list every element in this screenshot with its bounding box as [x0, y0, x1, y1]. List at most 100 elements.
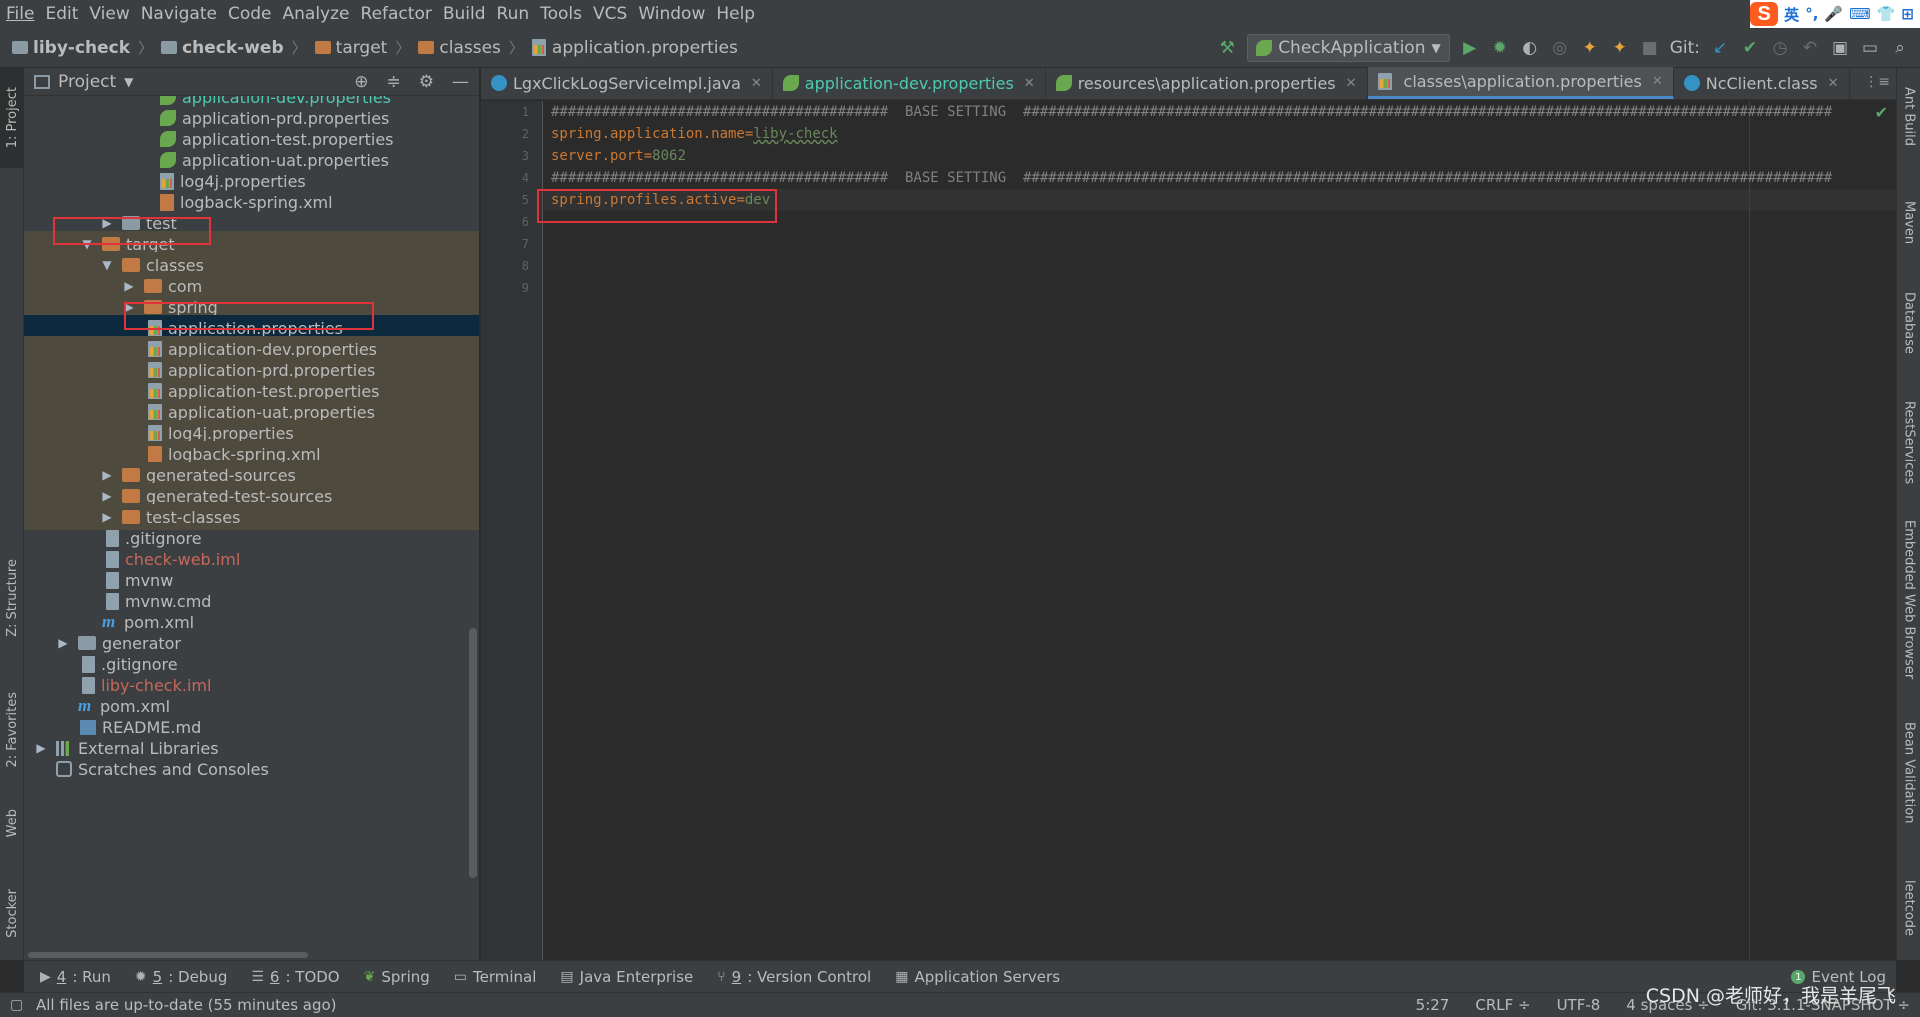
- chevron-right-icon[interactable]: ▶: [122, 279, 136, 293]
- tab-rest-services[interactable]: RestServices: [1897, 388, 1920, 498]
- run-icon[interactable]: ▶: [1460, 38, 1480, 58]
- ime-menu-icon[interactable]: ⊞: [1901, 5, 1914, 23]
- ime-mic-icon[interactable]: 🎤: [1824, 5, 1843, 23]
- menu-view[interactable]: View: [89, 4, 129, 24]
- rebel-run-icon[interactable]: ✦: [1580, 38, 1600, 58]
- todo-list-icon: ☰: [251, 968, 264, 985]
- menu-help[interactable]: Help: [716, 4, 755, 24]
- tool-todo[interactable]: ☰ 6: TODO: [251, 968, 339, 986]
- chevron-down-icon[interactable]: ▼: [100, 258, 114, 272]
- tab-ncclient-class[interactable]: NcClient.class ✕: [1674, 67, 1850, 99]
- breadcrumb-item[interactable]: classes: [418, 38, 501, 58]
- menu-refactor[interactable]: Refactor: [361, 4, 432, 24]
- tab-maven[interactable]: Maven: [1897, 188, 1920, 258]
- tab-leetcode[interactable]: leetcode: [1897, 868, 1920, 948]
- debug-bug-icon[interactable]: ✹: [1490, 38, 1510, 58]
- chevron-down-icon[interactable]: ▼: [124, 75, 133, 89]
- close-icon[interactable]: ✕: [1828, 76, 1839, 91]
- menu-file[interactable]: File: [6, 4, 34, 24]
- coverage-icon[interactable]: ◐: [1520, 38, 1540, 58]
- git-rollback-icon[interactable]: ↶: [1800, 38, 1820, 58]
- iml-file-icon: [82, 676, 95, 694]
- vertical-scrollbar[interactable]: [469, 628, 477, 878]
- close-icon[interactable]: ✕: [751, 76, 762, 91]
- breadcrumb-item[interactable]: target: [314, 38, 387, 58]
- horizontal-scrollbar[interactable]: [24, 950, 479, 960]
- spring-boot-icon: [1256, 40, 1273, 56]
- chevron-right-icon[interactable]: ▶: [100, 489, 114, 503]
- close-icon[interactable]: ✕: [1024, 76, 1035, 91]
- close-icon[interactable]: ✕: [1346, 76, 1357, 91]
- breadcrumb-item[interactable]: liby-check: [12, 38, 130, 58]
- sogou-logo-icon[interactable]: S: [1750, 2, 1779, 26]
- gear-icon[interactable]: ⚙: [419, 72, 434, 92]
- tab-classes-application-properties[interactable]: classes\application.properties ✕: [1367, 67, 1674, 99]
- tab-bean-validation[interactable]: Bean Validation: [1897, 708, 1920, 838]
- git-update-icon[interactable]: ↙: [1710, 38, 1730, 58]
- tool-java-enterprise[interactable]: ▤ Java Enterprise: [560, 968, 693, 986]
- code-editor[interactable]: 1 2 3 4 5 6 7 8 9 ######################…: [481, 101, 1896, 960]
- menu-code[interactable]: Code: [228, 4, 272, 24]
- tool-debug[interactable]: ✹ 5: Debug: [135, 968, 227, 986]
- ime-language[interactable]: 英: [1784, 4, 1799, 25]
- menu-analyze[interactable]: Analyze: [283, 4, 350, 24]
- file-encoding[interactable]: UTF-8: [1557, 996, 1601, 1014]
- breadcrumb-item[interactable]: check-web: [161, 38, 284, 58]
- tab-database[interactable]: Database: [1897, 278, 1920, 368]
- git-history-icon[interactable]: ◷: [1770, 38, 1790, 58]
- folder-icon: [78, 636, 96, 650]
- tab-web[interactable]: Web: [0, 798, 24, 848]
- ime-punct-icon[interactable]: °,: [1805, 5, 1818, 23]
- menu-navigate[interactable]: Navigate: [141, 4, 217, 24]
- collapse-all-icon[interactable]: ≑: [387, 72, 401, 92]
- minimize-icon[interactable]: —: [452, 72, 469, 92]
- tool-application-servers[interactable]: ▦ Application Servers: [895, 968, 1060, 986]
- tab-overflow-icon[interactable]: ⋮≡: [1864, 74, 1890, 90]
- tab-ant-build[interactable]: Ant Build: [1897, 76, 1920, 156]
- menu-run[interactable]: Run: [497, 4, 530, 24]
- tab-stocker[interactable]: Stocker: [0, 868, 24, 958]
- ime-keyboard-icon[interactable]: ⌨: [1849, 5, 1871, 23]
- terminal-window-icon[interactable]: ▭: [1860, 38, 1880, 58]
- rebel-debug-icon[interactable]: ✦: [1610, 38, 1630, 58]
- menu-window[interactable]: Window: [638, 4, 705, 24]
- breadcrumb-item[interactable]: application.properties: [531, 38, 738, 58]
- git-commit-icon[interactable]: ✔: [1740, 38, 1760, 58]
- tool-terminal[interactable]: ▭ Terminal: [454, 968, 537, 986]
- library-icon: [56, 740, 72, 756]
- chevron-right-icon[interactable]: ▶: [100, 468, 114, 482]
- status-toggle-icon[interactable]: ▢: [10, 997, 23, 1013]
- chevron-right-icon[interactable]: ▶: [100, 510, 114, 524]
- build-hammer-icon[interactable]: ⚒: [1217, 38, 1237, 58]
- stop-icon[interactable]: ■: [1640, 38, 1660, 58]
- ime-skin-icon[interactable]: 👕: [1877, 5, 1896, 23]
- tool-spring[interactable]: ❦ Spring: [364, 968, 430, 986]
- search-icon[interactable]: ⌕: [1890, 38, 1910, 58]
- tab-resources-application-properties[interactable]: resources\application.properties ✕: [1046, 67, 1368, 99]
- tree-item[interactable]: Scratches and Consoles: [24, 756, 479, 782]
- chevron-right-icon[interactable]: ▶: [34, 741, 48, 755]
- line-number: 2: [521, 127, 529, 141]
- menu-tools[interactable]: Tools: [540, 4, 582, 24]
- tab-application-dev-properties[interactable]: application-dev.properties ✕: [773, 67, 1046, 99]
- project-view-select[interactable]: Project: [58, 72, 116, 92]
- close-icon[interactable]: ✕: [1652, 74, 1663, 89]
- caret-position[interactable]: 5:27: [1416, 996, 1450, 1014]
- tab-structure[interactable]: Z: Structure: [0, 548, 24, 648]
- menu-vcs[interactable]: VCS: [593, 4, 627, 24]
- line-separator[interactable]: CRLF ÷: [1475, 996, 1530, 1014]
- menu-build[interactable]: Build: [443, 4, 486, 24]
- tab-embedded-web-browser[interactable]: Embedded Web Browser: [1897, 520, 1920, 680]
- tab-project[interactable]: 1: Project: [0, 68, 24, 168]
- project-structure-icon[interactable]: ▣: [1830, 38, 1850, 58]
- run-configuration-select[interactable]: CheckApplication ▼: [1247, 34, 1450, 62]
- tab-lgx-click-log-service[interactable]: LgxClickLogServiceImpl.java ✕: [481, 67, 773, 99]
- locate-target-icon[interactable]: ⊕: [354, 72, 368, 92]
- profile-icon[interactable]: ◎: [1550, 38, 1570, 58]
- tab-favorites[interactable]: 2: Favorites: [0, 680, 24, 780]
- menu-edit[interactable]: Edit: [45, 4, 78, 24]
- tool-version-control[interactable]: ⑂ 9: Version Control: [717, 968, 871, 986]
- tool-run[interactable]: ▶ 4: Run: [40, 968, 111, 986]
- chevron-right-icon[interactable]: ▶: [56, 636, 70, 650]
- right-tool-strip: Ant Build Maven Database RestServices Em…: [1896, 68, 1920, 960]
